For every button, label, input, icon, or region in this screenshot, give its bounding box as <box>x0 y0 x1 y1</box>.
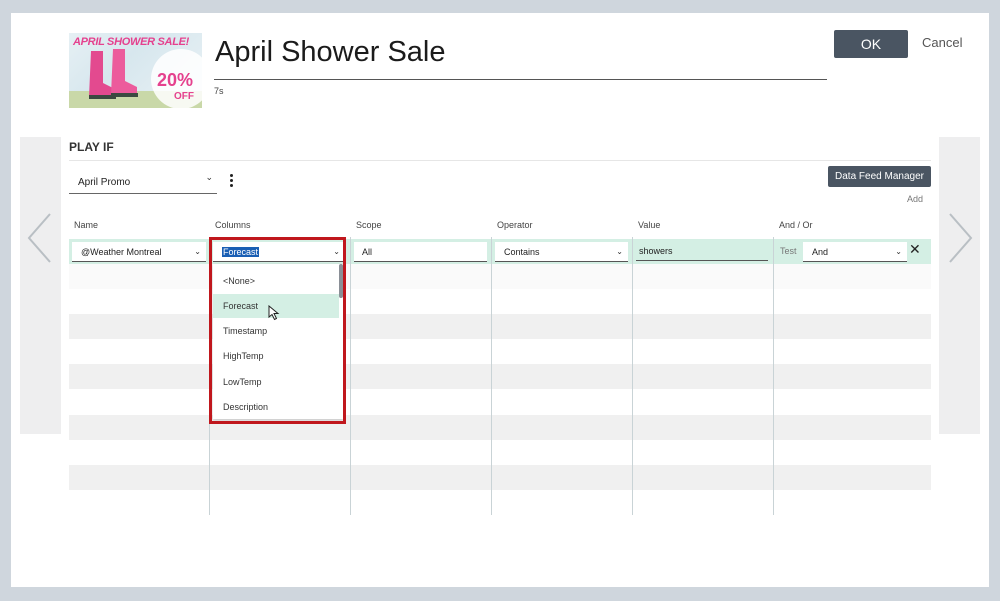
chevron-down-icon: ⌄ <box>616 247 623 256</box>
play-if-heading: PLAY IF <box>69 140 114 154</box>
thumbnail-discount: 20% <box>157 70 194 90</box>
section-divider <box>69 160 931 161</box>
rule-select-value: April Promo <box>78 177 131 188</box>
title-underline <box>214 79 827 80</box>
and-or-select[interactable]: And ⌄ <box>803 242 907 262</box>
rule-select[interactable]: April Promo ⌄ <box>69 170 217 194</box>
next-panel[interactable] <box>939 137 980 434</box>
data-feed-manager-button[interactable]: Data Feed Manager <box>828 166 931 187</box>
previous-panel[interactable] <box>20 137 61 434</box>
table-row <box>69 264 931 289</box>
close-icon[interactable]: ✕ <box>909 242 921 256</box>
column-divider <box>491 237 492 515</box>
column-divider <box>632 237 633 515</box>
value-input[interactable]: showers <box>636 241 768 261</box>
value-text: showers <box>639 246 673 256</box>
operator-select[interactable]: Contains ⌄ <box>495 242 628 262</box>
header-and-or: And / Or <box>779 220 813 230</box>
name-select-value: @Weather Montreal <box>81 247 162 257</box>
column-divider <box>773 237 774 515</box>
duration-label: 7s <box>214 86 224 96</box>
header-scope: Scope <box>356 220 382 230</box>
header-value: Value <box>638 220 661 230</box>
name-select[interactable]: @Weather Montreal ⌄ <box>72 242 206 262</box>
thumbnail-sale-text: APRIL SHOWER SALE! <box>73 36 190 48</box>
header-name: Name <box>74 220 99 230</box>
test-link[interactable]: Test <box>780 246 797 256</box>
chevron-down-icon: ⌄ <box>205 172 213 182</box>
chevron-left-icon[interactable] <box>26 212 54 264</box>
column-divider <box>350 237 351 515</box>
and-or-select-value: And <box>812 247 829 257</box>
cancel-button[interactable]: Cancel <box>922 35 962 50</box>
header-columns: Columns <box>215 220 251 230</box>
header-operator: Operator <box>497 220 533 230</box>
mouse-cursor-icon <box>268 305 280 321</box>
scope-value: All <box>362 247 373 257</box>
table-row <box>69 465 931 490</box>
chevron-down-icon: ⌄ <box>895 247 902 256</box>
add-condition-link[interactable]: Add <box>907 194 923 204</box>
content-title[interactable]: April Shower Sale <box>215 36 446 69</box>
table-row <box>69 314 931 339</box>
chevron-right-icon[interactable] <box>946 212 974 264</box>
scope-input[interactable]: All <box>354 242 487 262</box>
table-row <box>69 364 931 389</box>
ok-button[interactable]: OK <box>834 30 908 58</box>
operator-select-value: Contains <box>504 247 540 257</box>
table-row <box>69 415 931 440</box>
thumbnail-off: OFF <box>174 91 194 102</box>
kebab-menu-icon[interactable] <box>228 174 234 190</box>
annotation-highlight-box <box>209 237 346 424</box>
content-thumbnail: APRIL SHOWER SALE! 20% OFF <box>69 33 202 108</box>
chevron-down-icon: ⌄ <box>194 247 201 256</box>
